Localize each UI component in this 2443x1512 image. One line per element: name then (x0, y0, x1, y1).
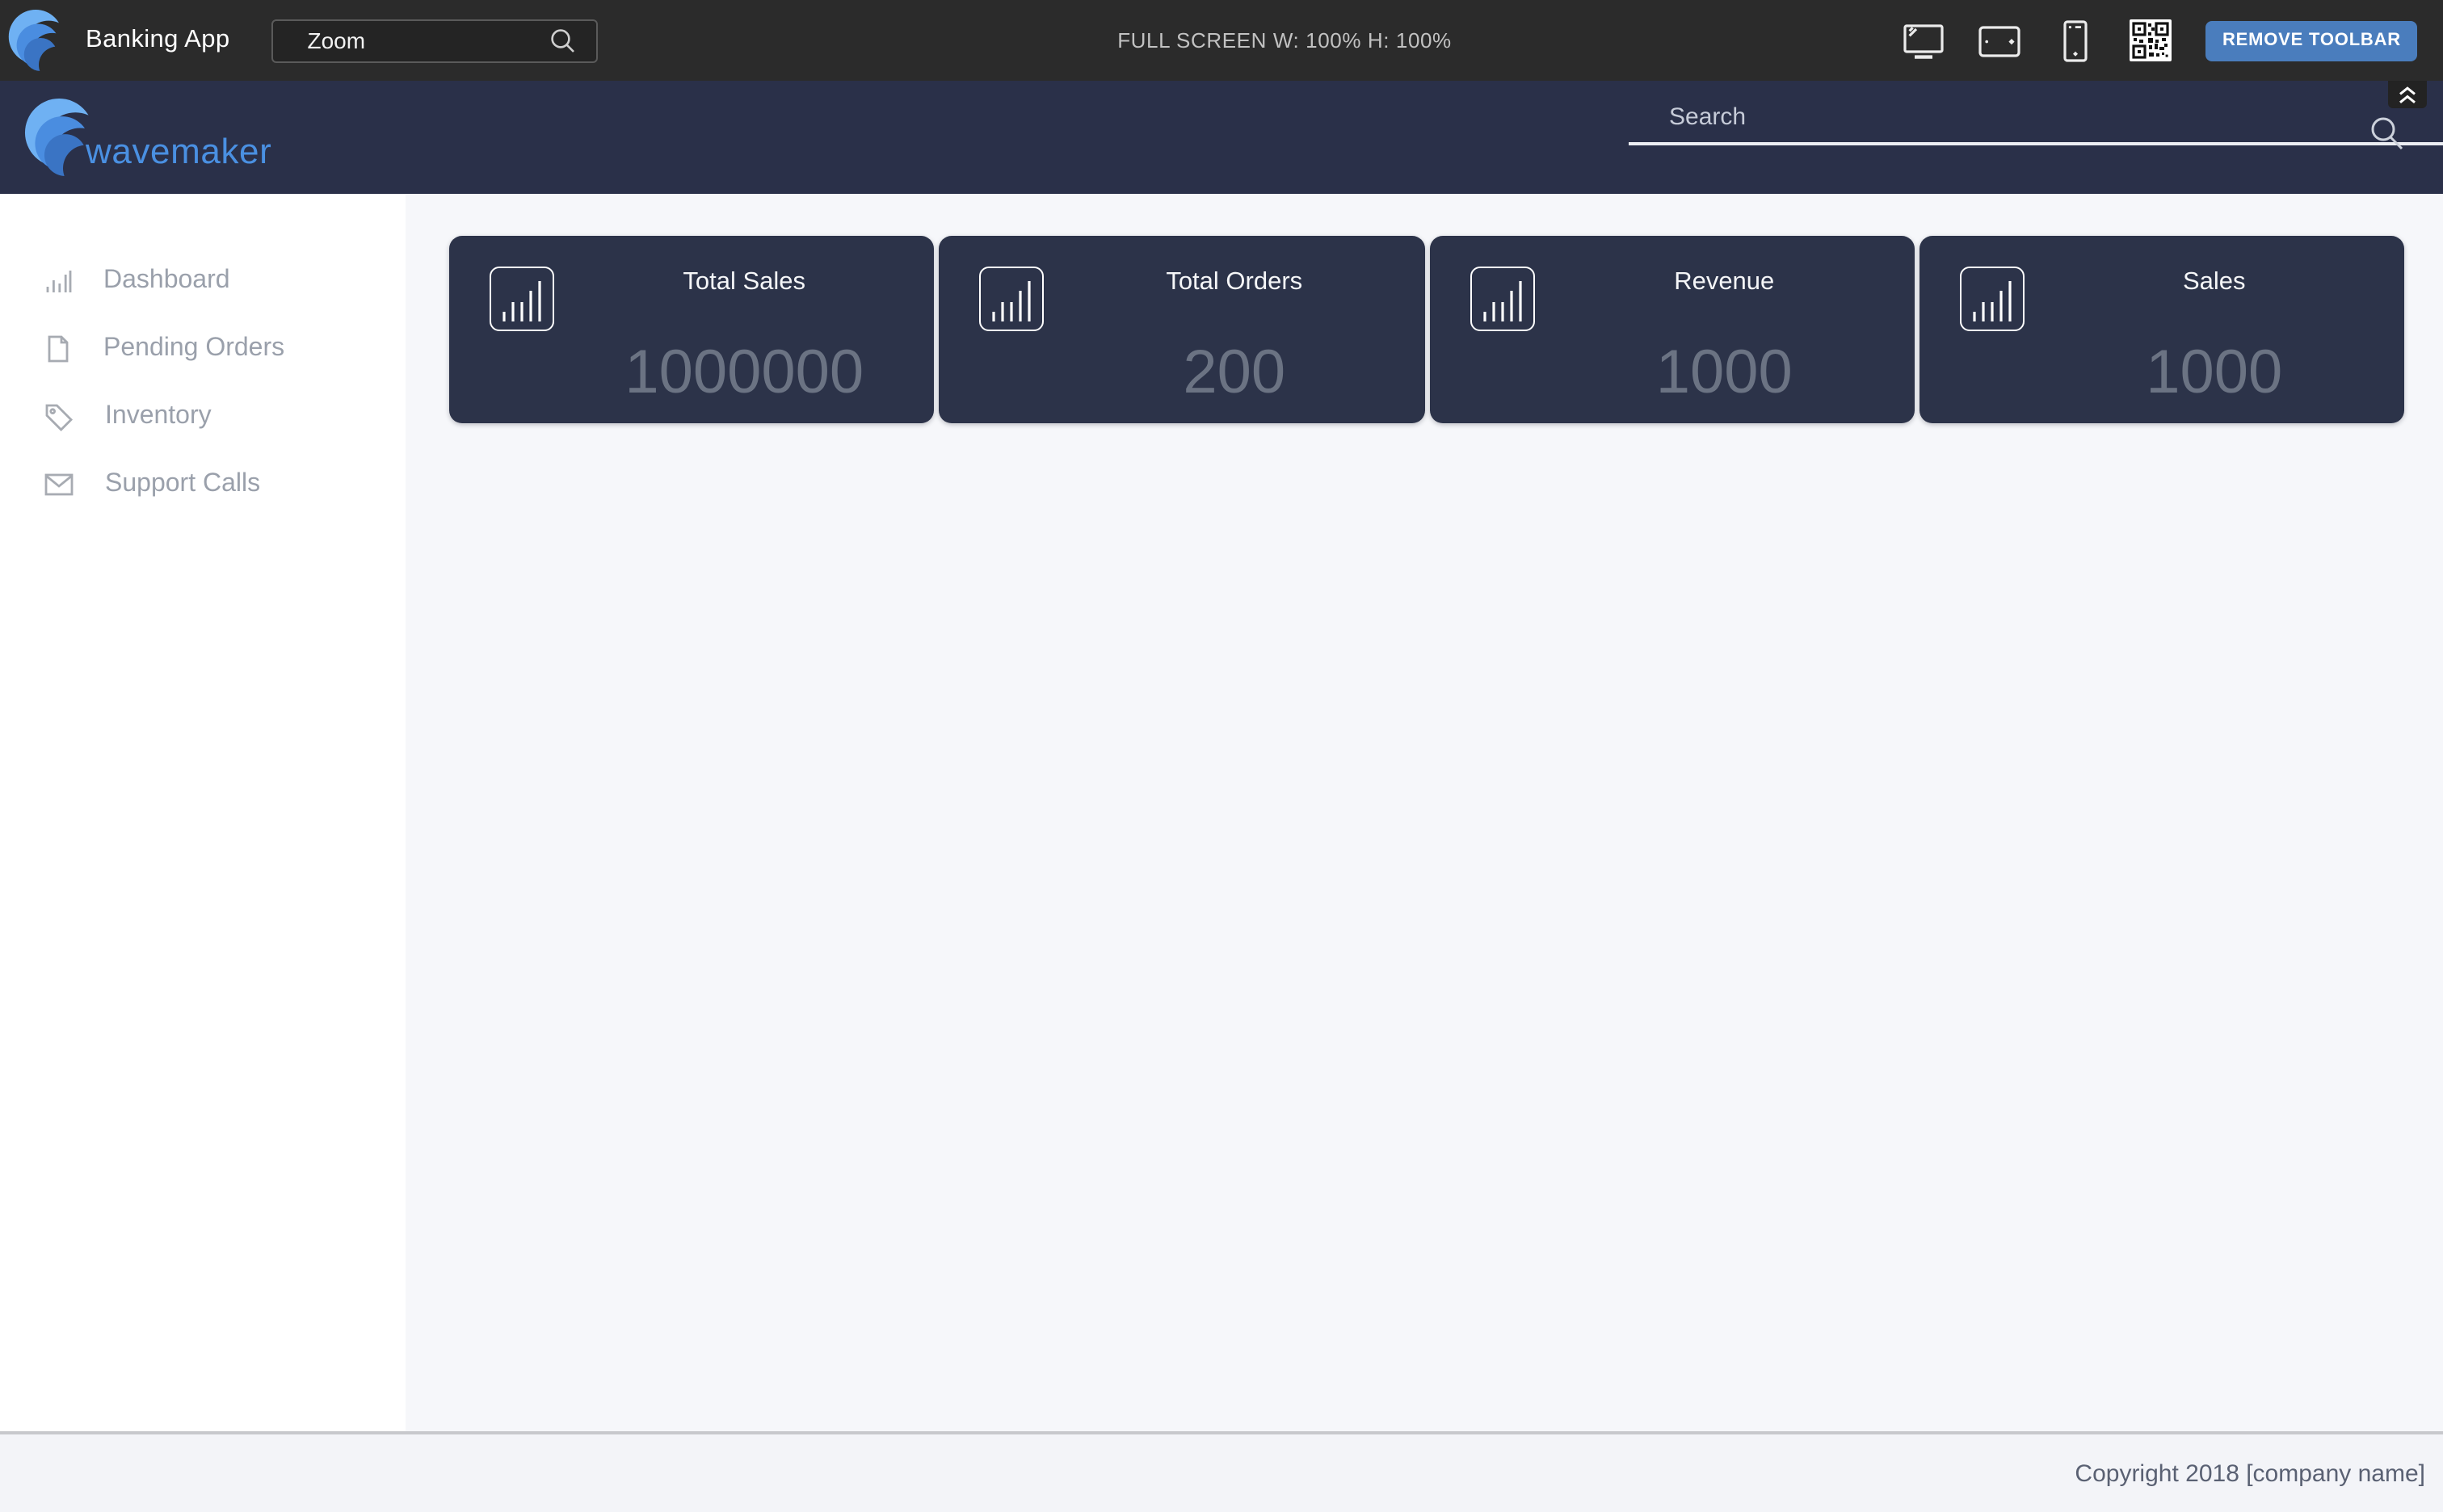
header-search (1629, 100, 2443, 145)
search-icon[interactable] (2365, 113, 2411, 158)
card-value: 1000 (2025, 341, 2405, 409)
card-value: 1000 (1534, 341, 1915, 409)
sidebar-item-label: Support Calls (105, 470, 260, 499)
sidebar-nav: Dashboard Pending Orders Inventory (0, 194, 406, 1431)
fullscreen-status: FULL SCREEN W: 100% H: 100% (1117, 28, 1452, 52)
chevron-double-up-icon (2396, 85, 2419, 104)
tablet-preview-icon[interactable] (1977, 18, 2022, 63)
sidebar-item-pending-orders[interactable]: Pending Orders (0, 315, 406, 383)
card-value: 1000000 (554, 341, 935, 409)
column-chart-icon (490, 267, 554, 331)
metric-card-sales: Sales 1000 (1920, 236, 2405, 423)
tag-icon (44, 401, 74, 432)
metric-card-total-sales: Total Sales 1000000 (449, 236, 935, 423)
brand-name: wavemaker (86, 131, 271, 173)
phone-preview-icon[interactable] (2053, 18, 2098, 63)
collapse-toolbar-button[interactable] (2388, 81, 2427, 108)
envelope-icon (44, 472, 74, 498)
app-body: Dashboard Pending Orders Inventory (0, 194, 2443, 1431)
app-header: wavemaker (0, 81, 2443, 194)
column-chart-icon (1960, 267, 2025, 331)
page-footer: Copyright 2018 [company name] (0, 1431, 2443, 1512)
app-preview-window: Banking App Zoom FULL SCREEN W: 100% H: … (0, 0, 2443, 1512)
metric-cards-row: Total Sales 1000000 (449, 236, 2404, 423)
qr-code-icon[interactable] (2129, 18, 2174, 63)
sidebar-item-inventory[interactable]: Inventory (0, 383, 406, 451)
app-title: Banking App (86, 26, 230, 55)
sidebar-item-label: Inventory (105, 402, 212, 431)
sidebar-item-dashboard[interactable]: Dashboard (0, 247, 406, 315)
main-content: Total Sales 1000000 (406, 194, 2443, 1431)
zoom-select[interactable]: Zoom (272, 19, 599, 62)
sidebar-item-support-calls[interactable]: Support Calls (0, 451, 406, 519)
search-icon (549, 26, 578, 55)
desktop-preview-icon[interactable] (1901, 18, 1946, 63)
column-chart-icon (1470, 267, 1534, 331)
column-chart-icon (980, 267, 1045, 331)
card-title: Total Orders (1045, 268, 1425, 297)
wavemaker-logo-icon (8, 8, 69, 73)
metric-card-total-orders: Total Orders 200 (940, 236, 1425, 423)
document-icon (44, 334, 73, 363)
card-title: Sales (2025, 268, 2405, 297)
metric-card-revenue: Revenue 1000 (1429, 236, 1915, 423)
preview-toolbar: Banking App Zoom FULL SCREEN W: 100% H: … (0, 0, 2443, 81)
search-input[interactable] (1629, 100, 2443, 145)
sidebar-item-label: Pending Orders (103, 334, 284, 363)
toolbar-right-group: REMOVE TOOLBAR (1870, 18, 2443, 63)
card-title: Revenue (1534, 268, 1915, 297)
card-value: 200 (1045, 341, 1425, 409)
sidebar-item-label: Dashboard (103, 267, 230, 296)
bar-chart-icon (44, 267, 73, 296)
card-title: Total Sales (554, 268, 935, 297)
wavemaker-brand: wavemaker (24, 97, 271, 178)
remove-toolbar-button[interactable]: REMOVE TOOLBAR (2206, 20, 2417, 61)
zoom-select-value: Zoom (308, 27, 549, 53)
copyright-text: Copyright 2018 [company name] (2075, 1460, 2425, 1487)
